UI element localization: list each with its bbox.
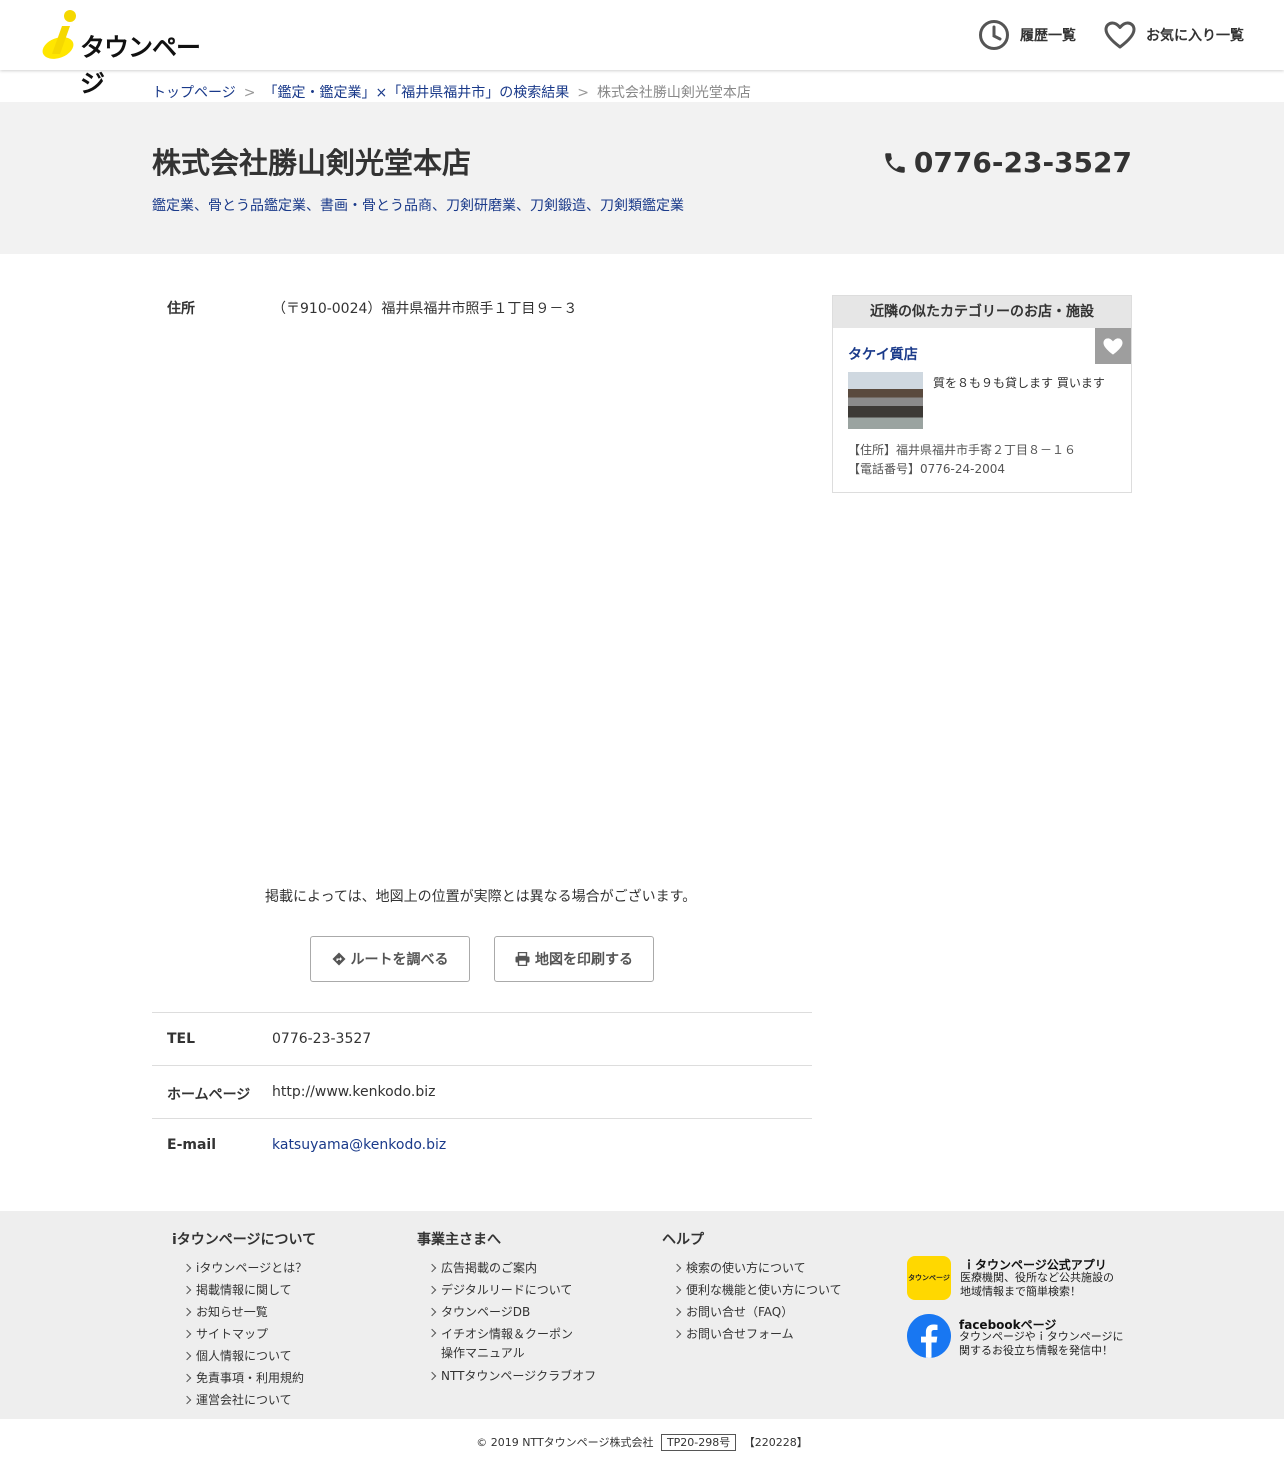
print-map-button[interactable]: 地図を印刷する (494, 936, 654, 982)
favorites-label: お気に入り一覧 (1146, 28, 1244, 44)
copyright-date: 【220228】 (743, 1436, 808, 1449)
footer-link[interactable]: お知らせ一覧 (184, 1301, 316, 1323)
divider (152, 1012, 812, 1013)
footer-link[interactable]: 便利な機能と使い方について (674, 1279, 842, 1301)
facebook-banner-description: タウンページやｉタウンページに 関するお役立ち情報を発信中！ (959, 1330, 1124, 1358)
official-app-banner[interactable]: タウンページ ｉタウンページ公式アプリ 医療機関、役所など公共施設の 地域情報ま… (907, 1256, 1127, 1300)
footer-link[interactable]: 広告掲載のご案内 (429, 1257, 596, 1279)
phone-icon (885, 152, 905, 173)
footer-column-business: 事業主さまへ 広告掲載のご案内 デジタルリードについて タウンページDB イチオ… (417, 1229, 596, 1387)
app-desc-line: 地域情報まで簡単検索！ (960, 1285, 1081, 1298)
footer-link[interactable]: iタウンページとは？ (184, 1257, 316, 1279)
homepage-value: http://www.kenkodo.biz (272, 1084, 436, 1100)
app-banner-description: 医療機関、役所など公共施設の 地域情報まで簡単検索！ (960, 1271, 1114, 1299)
map-area[interactable] (152, 330, 812, 870)
nearby-shop-description: 質を８も９も貸します 買います (933, 376, 1105, 390)
facebook-desc-line: 関するお役立ち情報を発信中！ (959, 1344, 1113, 1357)
address-value: （〒910-0024）福井県福井市照手１丁目９－３ (272, 301, 578, 317)
divider (152, 1118, 812, 1119)
printer-icon (515, 952, 530, 966)
breadcrumb: トップページ > 「鑑定・鑑定業」×「福井県福井市」の検索結果 > 株式会社勝山剣光堂本… (152, 82, 751, 102)
history-label: 履歴一覧 (1020, 28, 1076, 44)
footer-column-title: iタウンページについて (172, 1232, 317, 1248)
facebook-icon (907, 1314, 951, 1358)
history-link[interactable]: 履歴一覧 (978, 19, 1076, 51)
favorites-link[interactable]: お気に入り一覧 (1104, 19, 1244, 51)
print-button-label: 地図を印刷する (535, 952, 633, 968)
nearby-shop-name-link[interactable]: タケイ質店 (848, 344, 918, 364)
heart-outline-icon (1104, 21, 1136, 49)
nearby-shop-address: 【住所】福井県福井市手寄２丁目８－１６ (848, 443, 1077, 457)
app-desc-line: 医療機関、役所など公共施設の (960, 1271, 1114, 1284)
app-icon: タウンページ (907, 1256, 951, 1300)
email-label: E-mail (167, 1137, 217, 1153)
route-direction-icon (332, 952, 345, 966)
clock-icon (979, 20, 1009, 50)
footer-link[interactable]: 個人情報について (184, 1345, 316, 1367)
address-label: 住所 (167, 301, 195, 317)
divider (152, 1065, 812, 1066)
footer-link[interactable]: イチオシ情報＆クーポン 操作マニュアル (429, 1323, 596, 1365)
facebook-banner[interactable]: facebookページ タウンページやｉタウンページに 関するお役立ち情報を発信… (907, 1314, 1127, 1360)
nearby-shops-heading: 近隣の似たカテゴリーのお店・施設 (833, 296, 1131, 328)
copyright-text: © 2019 NTTタウンページ株式会社 (476, 1436, 654, 1449)
footer-link-line: イチオシ情報＆クーポン (441, 1327, 574, 1341)
breadcrumb-top-link[interactable]: トップページ (152, 85, 236, 101)
site-footer: iタウンページについて iタウンページとは？ 掲載情報に関して お知らせ一覧 サ… (0, 1211, 1284, 1419)
route-button[interactable]: ルートを調べる (310, 936, 470, 982)
phone-number-text: 0776-23-3527 (913, 146, 1132, 179)
breadcrumb-separator: > (577, 85, 589, 101)
breadcrumb-current: 株式会社勝山剣光堂本店 (596, 85, 751, 101)
homepage-label: ホームページ (167, 1087, 251, 1103)
nearby-shops-panel: 近隣の似たカテゴリーのお店・施設 タケイ質店 質を８も９も貸します 買います 【… (832, 295, 1132, 493)
tel-value: 0776-23-3527 (272, 1031, 372, 1047)
footer-link[interactable]: 掲載情報に関して (184, 1279, 316, 1301)
registration-code: TP20-298号 (660, 1434, 737, 1451)
footer-link[interactable]: タウンページDB (429, 1301, 596, 1323)
footer-column-title: 事業主さまへ (417, 1232, 501, 1248)
footer-link[interactable]: お問い合せ（FAQ） (674, 1301, 842, 1323)
phone-number-header[interactable]: 0776-23-3527 (882, 146, 1132, 179)
footer-link[interactable]: 免責事項・利用規約 (184, 1367, 316, 1389)
footer-link[interactable]: お問い合せフォーム (674, 1323, 842, 1345)
footer-link[interactable]: サイトマップ (184, 1323, 316, 1345)
map-note: 掲載によっては、地図上の位置が実際とは異なる場合がございます。 (265, 889, 697, 905)
route-button-label: ルートを調べる (350, 952, 449, 968)
nearby-shop-photo[interactable] (848, 372, 923, 429)
site-header: タウンページ 履歴一覧 お気に入り一覧 (0, 0, 1284, 98)
tel-label: TEL (167, 1031, 196, 1047)
footer-column-help: ヘルプ 検索の使い方について 便利な機能と使い方について お問い合せ（FAQ） … (662, 1229, 842, 1345)
add-favorite-button[interactable] (1095, 328, 1131, 364)
category-links[interactable]: 鑑定業、骨とう品鑑定業、書画・骨とう品商、刀剣研磨業、刀剣鍛造、刀剣類鑑定業 (152, 195, 684, 215)
facebook-desc-line: タウンページやｉタウンページに (959, 1330, 1124, 1343)
footer-column-about: iタウンページについて iタウンページとは？ 掲載情報に関して お知らせ一覧 サ… (172, 1229, 316, 1411)
footer-link[interactable]: 検索の使い方について (674, 1257, 842, 1279)
email-link[interactable]: katsuyama@kenkodo.biz (272, 1137, 446, 1153)
breadcrumb-search-link[interactable]: 「鑑定・鑑定業」×「福井県福井市」の検索結果 (263, 85, 569, 101)
nearby-shop-tel: 【電話番号】0776-24-2004 (848, 462, 1006, 476)
footer-link[interactable]: NTTタウンページクラブオフ (429, 1365, 596, 1387)
footer-link[interactable]: 運営会社について (184, 1389, 316, 1411)
footer-link-line: 操作マニュアル (441, 1346, 525, 1360)
copyright: © 2019 NTTタウンページ株式会社 TP20-298号 【220228】 (0, 1434, 1284, 1451)
page-title: 株式会社勝山剣光堂本店 (152, 146, 472, 180)
footer-link[interactable]: デジタルリードについて (429, 1279, 596, 1301)
footer-column-title: ヘルプ (662, 1232, 704, 1248)
site-logo[interactable]: タウンページ (40, 8, 210, 98)
heart-icon (1103, 337, 1123, 355)
breadcrumb-separator: > (243, 85, 256, 101)
